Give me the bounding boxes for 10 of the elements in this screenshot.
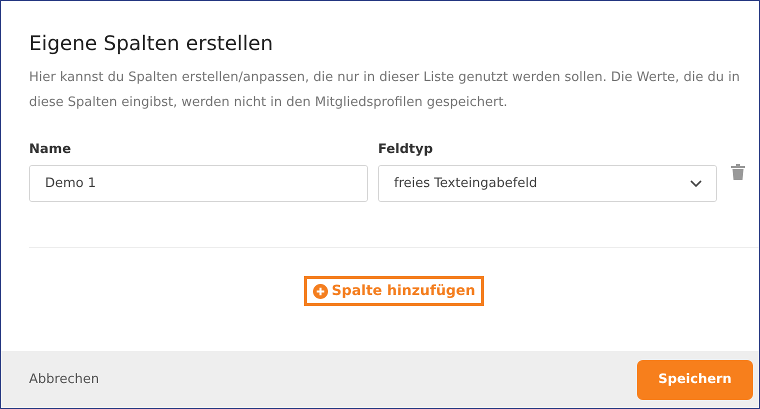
dialog-title: Eigene Spalten erstellen (29, 31, 274, 55)
cancel-button[interactable]: Abbrechen (29, 372, 100, 387)
dialog-description: Hier kannst du Spalten erstellen/anpassen, die nur in dieser Liste genutzt werden sollen. Die Werte, die du in diese Spalten eingibst, werden nicht in den Mitgliedsprofilen gespeichert. (29, 69, 741, 112)
field-label: Feldtyp (378, 142, 434, 157)
field-label: Name (29, 142, 72, 157)
chevron-down-icon (690, 180, 702, 188)
trash-icon[interactable] (731, 164, 745, 180)
field-type-dropdown[interactable]: freies Texteingabefeld (378, 165, 717, 202)
plus-circle-icon (312, 284, 328, 298)
name-field[interactable]: Demo 1 (29, 165, 368, 202)
